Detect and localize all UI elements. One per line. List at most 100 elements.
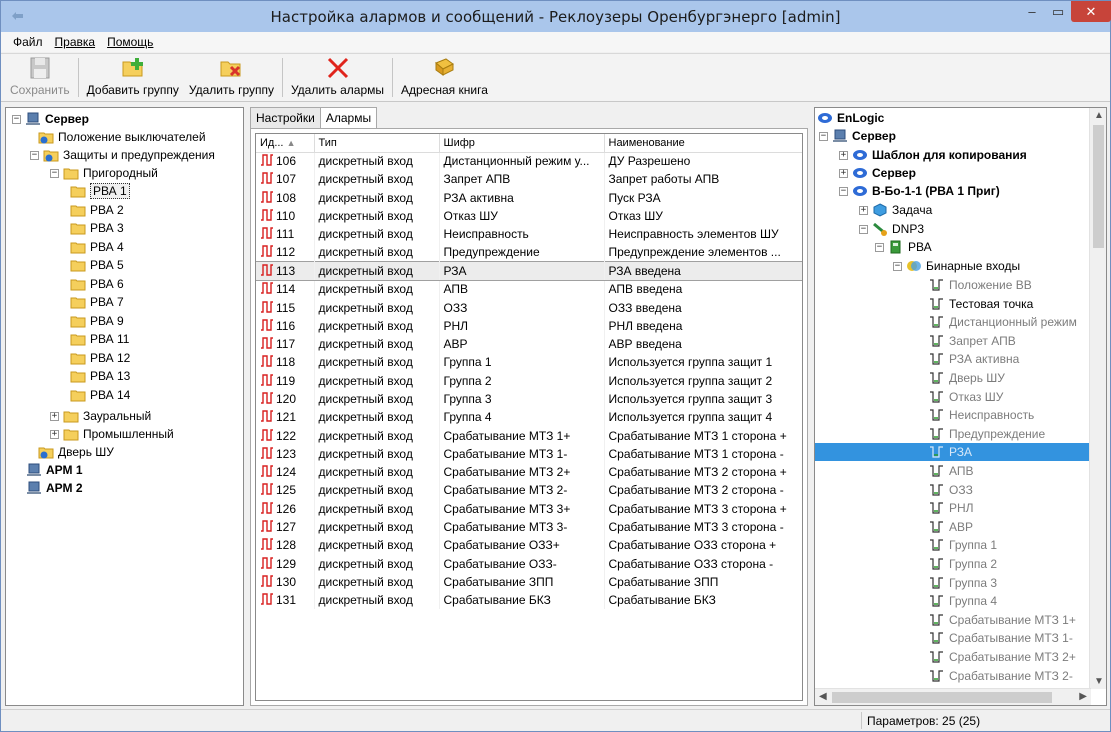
expand-icon[interactable]: + (839, 168, 848, 178)
table-row[interactable]: 127 дискретный вход Срабатывание МТЗ 3- Сра… (256, 517, 802, 537)
menu-help[interactable]: Помощь (101, 35, 159, 49)
tree-node-promyshlenny[interactable]: + Промышленный (50, 425, 174, 443)
tree-node-point[interactable]: Группа 2 (929, 555, 997, 573)
scroll-down-icon[interactable]: ▼ (1094, 676, 1104, 687)
tree-node-dnp3[interactable]: − DNP3 (859, 220, 924, 238)
tree-node-enlogic[interactable]: EnLogic (817, 109, 884, 127)
collapse-icon[interactable]: − (819, 131, 828, 141)
add-group-button[interactable]: Добавить группу (82, 54, 184, 101)
column-header-type[interactable]: Тип (314, 134, 440, 153)
tree-node-point[interactable]: Дистанционный режим (929, 313, 1077, 331)
scroll-thumb[interactable] (1093, 125, 1104, 248)
tree-node-rva[interactable]: РВА 3 (70, 219, 124, 237)
column-header-id[interactable]: Ид... ▲ (256, 134, 315, 153)
menu-edit[interactable]: Правка (49, 35, 102, 49)
table-row[interactable]: 123 дискретный вход Срабатывание МТЗ 1- Сра… (256, 444, 802, 464)
table-row[interactable]: 114 дискретный вход АПВ АПВ введена (256, 280, 802, 299)
table-row[interactable]: 128 дискретный вход Срабатывание ОЗЗ+ Сраба… (256, 536, 802, 555)
tree-node-rva[interactable]: РВА 11 (70, 330, 129, 348)
table-row[interactable]: 115 дискретный вход ОЗЗ ОЗЗ введена (256, 298, 802, 317)
tree-node-template[interactable]: + Шаблон для копирования (839, 146, 1027, 164)
tree-node-point[interactable]: Группа 1 (929, 536, 997, 554)
tree-node-task[interactable]: + Задача (859, 201, 932, 219)
table-row[interactable]: 121 дискретный вход Группа 4 Используется г… (256, 408, 802, 427)
tree-node-point[interactable]: РЗА активна (929, 350, 1019, 368)
table-row[interactable]: 110 дискретный вход Отказ ШУ Отказ ШУ (256, 206, 802, 226)
tree-node-point[interactable]: ОЗЗ (929, 481, 973, 499)
column-header-name[interactable]: Наименование (604, 134, 802, 153)
tree-node-point[interactable]: Тестовая точка (929, 295, 1033, 313)
groups-tree[interactable]: − Сервер Положение выключателей − Защиты… (5, 107, 244, 706)
tab-settings[interactable]: Настройки (250, 107, 321, 128)
collapse-icon[interactable]: − (12, 114, 21, 124)
tree-node-point[interactable]: АПВ (929, 462, 974, 480)
collapse-icon[interactable]: − (50, 168, 59, 178)
column-header-code[interactable]: Шифр (439, 134, 605, 153)
tree-node-prigorodny[interactable]: − Пригородный (50, 164, 158, 182)
tree-node-rva[interactable]: РВА 7 (70, 293, 124, 311)
tree-node-zauralny[interactable]: + Зауральный (50, 407, 151, 425)
tree-node-point[interactable]: АВР (929, 518, 973, 536)
menu-file[interactable]: Файл (7, 35, 49, 49)
collapse-icon[interactable]: − (893, 261, 902, 271)
tab-alarms[interactable]: Алармы (319, 107, 378, 129)
collapse-icon[interactable]: − (30, 150, 39, 160)
table-row[interactable]: 117 дискретный вход АВР АВР введена (256, 334, 802, 354)
table-row[interactable]: 112 дискретный вход Предупреждение Предупре… (256, 243, 802, 262)
expand-icon[interactable]: + (50, 411, 59, 421)
table-row[interactable]: 107 дискретный вход Запрет АПВ Запрет работ… (256, 170, 802, 189)
save-button[interactable]: Сохранить (5, 54, 75, 101)
tree-node-protections[interactable]: − Защиты и предупреждения (30, 146, 215, 164)
delete-group-button[interactable]: Удалить группу (184, 54, 279, 101)
tree-node-point[interactable]: Отказ ШУ (929, 388, 1003, 406)
tree-node-point[interactable]: Срабатывание МТЗ 2+ (929, 648, 1076, 666)
tree-node-point[interactable]: Дверь ШУ (929, 369, 1005, 387)
tree-node-rva[interactable]: РВА 14 (70, 386, 130, 404)
tree-node-point[interactable]: Неисправность (929, 406, 1034, 424)
tree-node-point[interactable]: Группа 4 (929, 592, 997, 610)
horizontal-scrollbar[interactable]: ◀ ▶ (815, 688, 1091, 705)
table-row[interactable]: 125 дискретный вход Срабатывание МТЗ 2- Сра… (256, 481, 802, 500)
expand-icon[interactable]: + (839, 150, 848, 160)
object-tree[interactable]: EnLogic − Сервер + Шаблон для копировани… (814, 107, 1107, 706)
tree-node-point[interactable]: Группа 3 (929, 574, 997, 592)
table-row[interactable]: 131 дискретный вход Срабатывание БКЗ Срабат… (256, 591, 802, 610)
tree-node-door[interactable]: Дверь ШУ (38, 443, 114, 461)
tree-node-point[interactable]: Положение ВВ (929, 276, 1032, 294)
expand-icon[interactable]: + (859, 205, 868, 215)
tree-node-rva[interactable]: РВА 12 (70, 349, 130, 367)
tree-node-server2[interactable]: + Сервер (839, 164, 916, 182)
scroll-right-icon[interactable]: ▶ (1079, 691, 1087, 702)
collapse-icon[interactable]: − (875, 242, 884, 252)
table-row[interactable]: 108 дискретный вход РЗА активна Пуск РЗА (256, 188, 802, 207)
tree-node-binary-inputs[interactable]: − Бинарные входы (893, 257, 1020, 275)
collapse-icon[interactable]: − (859, 224, 868, 234)
tree-node-rva[interactable]: РВА 2 (70, 201, 124, 219)
tree-node-point[interactable]: РЗА (815, 443, 1091, 462)
tree-node-rva[interactable]: − РВА (875, 238, 932, 256)
close-button[interactable]: ✕ (1071, 1, 1111, 22)
scroll-up-icon[interactable]: ▲ (1094, 110, 1104, 121)
tree-node-server[interactable]: − Сервер (12, 110, 89, 128)
table-row[interactable]: 116 дискретный вход РНЛ РНЛ введена (256, 316, 802, 335)
vertical-scrollbar[interactable]: ▲ ▼ (1089, 108, 1106, 689)
delete-alarms-button[interactable]: Удалить алармы (286, 54, 389, 101)
minimize-button[interactable]: ‒ (1019, 1, 1045, 22)
scroll-thumb[interactable] (832, 692, 1052, 703)
table-row[interactable]: 129 дискретный вход Срабатывание ОЗЗ- Сраба… (256, 554, 802, 573)
table-row[interactable]: 124 дискретный вход Срабатывание МТЗ 2+ Сра… (256, 463, 802, 482)
table-row[interactable]: 118 дискретный вход Группа 1 Используется г… (256, 353, 802, 372)
tree-node-point[interactable]: Предупреждение (929, 425, 1045, 443)
table-row[interactable]: 120 дискретный вход Группа 3 Используется г… (256, 389, 802, 409)
address-book-button[interactable]: Адресная книга (396, 54, 493, 101)
tree-node-point[interactable]: РНЛ (929, 499, 974, 517)
table-row[interactable]: 111 дискретный вход Неисправность Неисправн… (256, 225, 802, 244)
tree-node-arm2[interactable]: АРМ 2 (26, 479, 83, 497)
scroll-left-icon[interactable]: ◀ (819, 691, 827, 702)
tree-node-rva[interactable]: РВА 5 (70, 256, 124, 274)
tree-node-arm1[interactable]: АРМ 1 (26, 461, 83, 479)
tree-node-rva[interactable]: РВА 6 (70, 275, 124, 293)
tree-node-point[interactable]: Запрет АПВ (929, 332, 1016, 350)
tree-node-rva[interactable]: РВА 9 (70, 312, 124, 330)
table-row[interactable]: 130 дискретный вход Срабатывание ЗПП Срабат… (256, 572, 802, 592)
